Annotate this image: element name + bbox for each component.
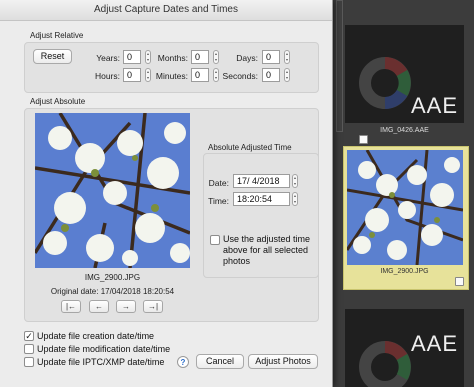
absolute-group-label: Adjust Absolute	[30, 97, 86, 106]
thumbnail-label: IMG_0426.AAE	[380, 127, 429, 134]
seconds-input[interactable]: 0	[262, 68, 280, 82]
years-stepper[interactable]	[145, 50, 151, 64]
months-label: Months:	[157, 53, 188, 63]
preview-filename: IMG_2900.JPG	[84, 273, 141, 282]
days-label: Days:	[236, 53, 258, 63]
next-photo-button[interactable]: →	[116, 300, 136, 313]
years-input[interactable]: 0	[123, 50, 141, 64]
date-input[interactable]: 17/ 4/2018	[233, 174, 290, 188]
thumbnail-checkbox[interactable]	[359, 135, 368, 144]
cancel-button[interactable]: Cancel	[196, 354, 244, 369]
months-stepper[interactable]	[213, 50, 219, 64]
hours-input[interactable]: 0	[123, 68, 141, 82]
hours-label: Hours:	[94, 71, 120, 81]
photo-preview	[35, 113, 190, 268]
update-modification-checkbox[interactable]	[24, 344, 34, 354]
blossom-photo	[35, 113, 190, 268]
use-adjusted-label-line2: above for all selected	[223, 245, 309, 255]
thumbnail-selected-photo[interactable]	[347, 150, 463, 265]
time-label: Time:	[208, 196, 229, 206]
aperture-logo-icon	[359, 57, 411, 109]
time-stepper[interactable]	[292, 192, 298, 206]
update-iptc-checkbox[interactable]	[24, 357, 34, 367]
use-adjusted-label-line1: Use the adjusted time	[223, 234, 311, 244]
reset-button[interactable]: Reset	[33, 49, 72, 64]
days-stepper[interactable]	[284, 50, 290, 64]
time-input[interactable]: 18:20:54	[233, 192, 290, 206]
thumbnail-cell[interactable]	[336, 0, 343, 132]
thumbnail-checkbox-selected[interactable]	[455, 277, 464, 286]
minutes-label: Minutes:	[155, 71, 188, 81]
thumbnail-label-selected: IMG_2900.JPG	[380, 268, 429, 275]
aae-label: AAE	[410, 93, 458, 118]
previous-photo-button[interactable]: ←	[89, 300, 109, 313]
thumbnail-aae-bottom[interactable]: AAE	[345, 309, 464, 387]
use-adjusted-checkbox[interactable]	[210, 235, 220, 245]
relative-group-label: Adjust Relative	[30, 31, 84, 40]
months-input[interactable]: 0	[191, 50, 209, 64]
absolute-time-title: Absolute Adjusted Time	[208, 143, 292, 152]
absolute-time-panel	[203, 153, 319, 278]
use-adjusted-label-line3: photos	[223, 256, 251, 266]
update-modification-label: Update file modification date/time	[37, 344, 171, 354]
minutes-stepper[interactable]	[213, 68, 219, 82]
seconds-stepper[interactable]	[284, 68, 290, 82]
date-label: Date:	[208, 178, 229, 188]
update-iptc-label: Update file IPTC/XMP date/time	[37, 357, 165, 367]
original-date: Original date: 17/04/2018 18:20:54	[50, 287, 175, 296]
thumbnail-aae-top[interactable]: AAE	[345, 25, 464, 123]
dialog-title: Adjust Capture Dates and Times	[0, 0, 332, 21]
blossom-photo-small	[347, 150, 463, 265]
update-creation-checkbox[interactable]: ✓	[24, 331, 34, 341]
last-photo-button[interactable]: →|	[143, 300, 163, 313]
adjust-photos-button[interactable]: Adjust Photos	[248, 354, 318, 369]
first-photo-button[interactable]: |←	[61, 300, 81, 313]
help-icon[interactable]: ?	[177, 356, 189, 368]
days-input[interactable]: 0	[262, 50, 280, 64]
date-stepper[interactable]	[292, 174, 298, 188]
years-label: Years:	[96, 53, 120, 63]
aperture-logo-icon	[359, 341, 411, 387]
adjust-dates-dialog: Adjust Capture Dates and Times Adjust Re…	[0, 0, 333, 387]
seconds-label: Seconds:	[222, 71, 258, 81]
minutes-input[interactable]: 0	[191, 68, 209, 82]
hours-stepper[interactable]	[145, 68, 151, 82]
update-creation-label: Update file creation date/time	[37, 331, 155, 341]
aae-label: AAE	[410, 331, 458, 356]
